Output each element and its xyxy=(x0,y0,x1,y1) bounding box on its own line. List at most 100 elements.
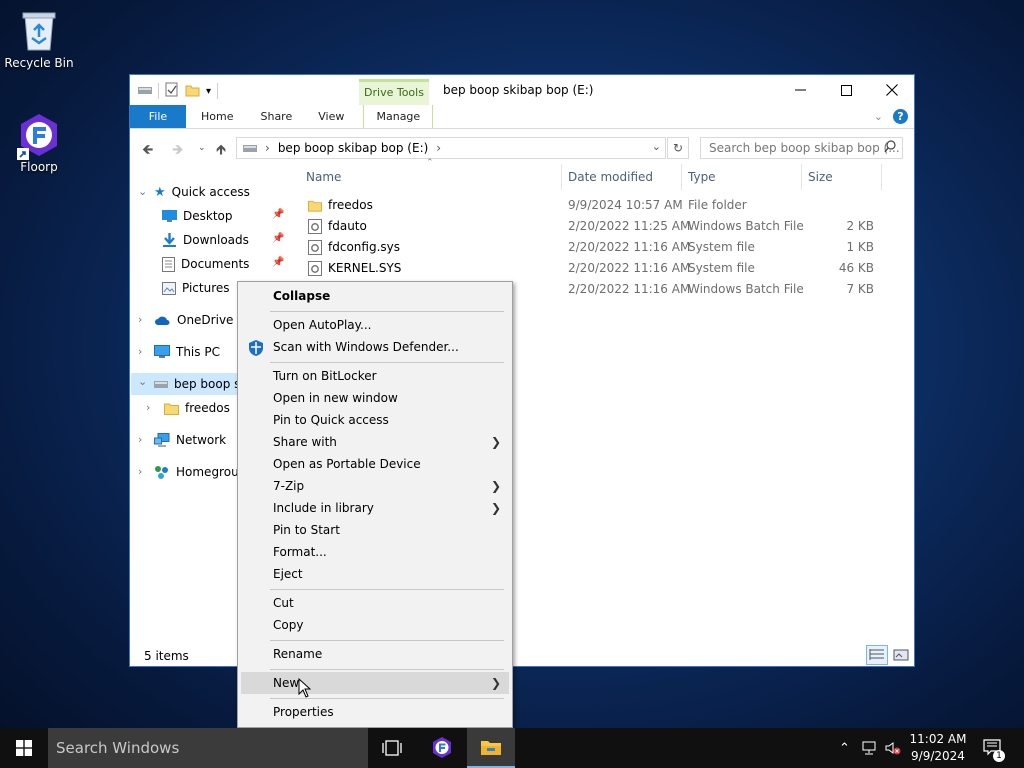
menu-item-pin-to-start[interactable]: Pin to Start xyxy=(241,519,509,541)
sidebar-item-downloads[interactable]: Downloads xyxy=(162,229,249,251)
menu-item-copy[interactable]: Copy xyxy=(241,614,509,636)
task-view-button[interactable] xyxy=(368,728,416,768)
menu-item-include-library[interactable]: Include in library ❯ xyxy=(241,497,509,519)
menu-item-properties[interactable]: Properties xyxy=(241,701,509,723)
address-dropdown-icon[interactable]: ⌄ xyxy=(652,140,661,153)
desktop-icon-floorp[interactable]: Floorp xyxy=(1,112,77,174)
sidebar-item-documents[interactable]: Documents xyxy=(162,253,249,275)
expand-chevron-icon[interactable]: ⌄ xyxy=(138,185,147,198)
expand-chevron-icon[interactable]: › xyxy=(146,401,150,414)
table-row[interactable]: fdconfig.sys 2/20/2022 11:16 AM System f… xyxy=(300,237,900,258)
minimize-button[interactable] xyxy=(777,75,823,105)
forward-arrow-icon[interactable]: 🡺 xyxy=(172,139,183,163)
table-row[interactable]: fdauto 2/20/2022 11:25 AM Windows Batch … xyxy=(300,216,900,237)
menu-item-new[interactable]: New ❯ xyxy=(241,672,509,694)
system-file-icon xyxy=(308,240,322,255)
column-divider[interactable] xyxy=(561,164,562,190)
desktop-icon-recycle-bin[interactable]: Recycle Bin xyxy=(1,8,77,70)
new-folder-icon[interactable] xyxy=(185,83,200,100)
details-view-button[interactable] xyxy=(866,645,888,665)
breadcrumb-drive[interactable]: bep boop skibap bop (E:) xyxy=(278,141,428,155)
file-type: System file xyxy=(688,240,755,254)
column-divider[interactable] xyxy=(681,164,682,190)
refresh-button[interactable]: ↻ xyxy=(667,137,689,159)
large-icons-view-button[interactable] xyxy=(890,645,912,665)
show-hidden-icons-chevron-icon[interactable]: ⌃ xyxy=(839,728,850,768)
breadcrumb-chevron-icon[interactable]: › xyxy=(436,141,441,155)
properties-check-icon[interactable] xyxy=(165,82,179,100)
menu-item-format[interactable]: Format... xyxy=(241,541,509,563)
menu-item-eject[interactable]: Eject xyxy=(241,563,509,585)
sidebar-item-this-pc[interactable]: This PC xyxy=(154,341,220,363)
network-tray-icon[interactable] xyxy=(862,728,878,768)
taskbar-floorp-button[interactable] xyxy=(418,728,466,768)
tab-manage[interactable]: Manage xyxy=(363,105,434,128)
breadcrumb-chevron-icon[interactable]: › xyxy=(265,141,270,155)
tab-home[interactable]: Home xyxy=(186,105,247,128)
system-clock[interactable]: 11:02 AM 9/9/2024 xyxy=(906,731,970,765)
pin-icon[interactable]: 📌 xyxy=(272,233,284,244)
tab-view[interactable]: View xyxy=(306,105,360,128)
close-button[interactable] xyxy=(869,75,915,105)
column-header-date-modified[interactable]: Date modified xyxy=(568,170,653,184)
file-name: KERNEL.SYS xyxy=(328,261,402,275)
sidebar-item-homegroup[interactable]: Homegroup xyxy=(154,461,246,483)
sidebar-item-desktop[interactable]: Desktop xyxy=(162,205,233,227)
drive-icon xyxy=(154,381,168,388)
address-bar[interactable]: › bep boop skibap bop (E:) › ⌄ xyxy=(236,137,666,159)
back-arrow-icon[interactable]: 🡸 xyxy=(142,139,153,163)
start-button[interactable] xyxy=(0,728,48,768)
sidebar-item-quick-access[interactable]: ★ Quick access xyxy=(154,181,250,203)
maximize-button[interactable] xyxy=(823,75,869,105)
up-arrow-icon[interactable]: 🡹 xyxy=(216,139,226,163)
file-date: 9/9/2024 10:57 AM xyxy=(568,198,683,212)
file-name: freedos xyxy=(328,198,373,212)
menu-separator xyxy=(270,589,504,590)
volume-muted-icon[interactable] xyxy=(885,728,901,768)
menu-item-turn-on-bitlocker[interactable]: Turn on BitLocker xyxy=(241,365,509,387)
table-row[interactable]: freedos 9/9/2024 10:57 AM File folder xyxy=(300,195,900,216)
help-button[interactable]: ? xyxy=(893,109,908,124)
expand-chevron-icon[interactable]: › xyxy=(138,433,142,446)
sidebar-item-onedrive[interactable]: OneDrive xyxy=(154,309,233,331)
taskbar-file-explorer-button[interactable] xyxy=(467,728,515,768)
menu-item-pin-quick-access[interactable]: Pin to Quick access xyxy=(241,409,509,431)
expand-ribbon-icon[interactable]: ⌄ xyxy=(874,110,883,123)
pin-icon[interactable]: 📌 xyxy=(272,257,284,268)
menu-item-rename[interactable]: Rename xyxy=(241,643,509,665)
column-divider[interactable] xyxy=(881,164,882,190)
expand-chevron-icon[interactable]: › xyxy=(138,313,142,326)
menu-item-scan-defender[interactable]: Scan with Windows Defender... xyxy=(241,336,509,358)
menu-item-share-with[interactable]: Share with ❯ xyxy=(241,431,509,453)
search-input[interactable]: Search bep boop skibap bop (... xyxy=(700,137,903,159)
sidebar-item-freedos[interactable]: freedos xyxy=(164,397,230,419)
menu-item-cut[interactable]: Cut xyxy=(241,592,509,614)
action-center-button[interactable]: 1 xyxy=(983,728,1005,768)
qat-dropdown-icon[interactable]: ▾ xyxy=(206,86,211,97)
expand-chevron-icon[interactable]: › xyxy=(138,345,142,358)
menu-item-collapse[interactable]: Collapse xyxy=(241,285,509,307)
menu-item-7zip[interactable]: 7-Zip ❯ xyxy=(241,475,509,497)
taskbar-search-input[interactable]: Search Windows xyxy=(48,728,368,768)
column-header-size[interactable]: Size xyxy=(808,170,833,184)
column-divider[interactable] xyxy=(801,164,802,190)
expand-chevron-icon[interactable]: › xyxy=(138,465,142,478)
sidebar-item-pictures[interactable]: Pictures xyxy=(162,277,230,299)
menu-item-open-autoplay[interactable]: Open AutoPlay... xyxy=(241,314,509,336)
menu-item-open-portable-device[interactable]: Open as Portable Device xyxy=(241,453,509,475)
recent-locations-chevron-icon[interactable]: ⌄ xyxy=(198,143,206,153)
maximize-icon xyxy=(840,84,852,96)
menu-item-open-new-window[interactable]: Open in new window xyxy=(241,387,509,409)
table-row[interactable]: KERNEL.SYS 2/20/2022 11:16 AM System fil… xyxy=(300,258,900,279)
collapse-chevron-icon[interactable]: ⌄ xyxy=(138,375,147,388)
sidebar-item-network[interactable]: Network xyxy=(154,429,226,451)
ribbon-tabs: File Home Share View Manage ⌄ ? xyxy=(130,105,914,129)
column-header-type[interactable]: Type xyxy=(688,170,716,184)
file-name: fdauto xyxy=(328,219,367,233)
column-header-name[interactable]: Name xyxy=(306,170,341,184)
drive-tools-contextual-tab: Drive Tools xyxy=(359,79,429,105)
file-size: 1 KB xyxy=(846,240,874,254)
tab-share[interactable]: Share xyxy=(247,105,306,128)
tab-file[interactable]: File xyxy=(130,105,186,128)
pin-icon[interactable]: 📌 xyxy=(272,209,284,220)
